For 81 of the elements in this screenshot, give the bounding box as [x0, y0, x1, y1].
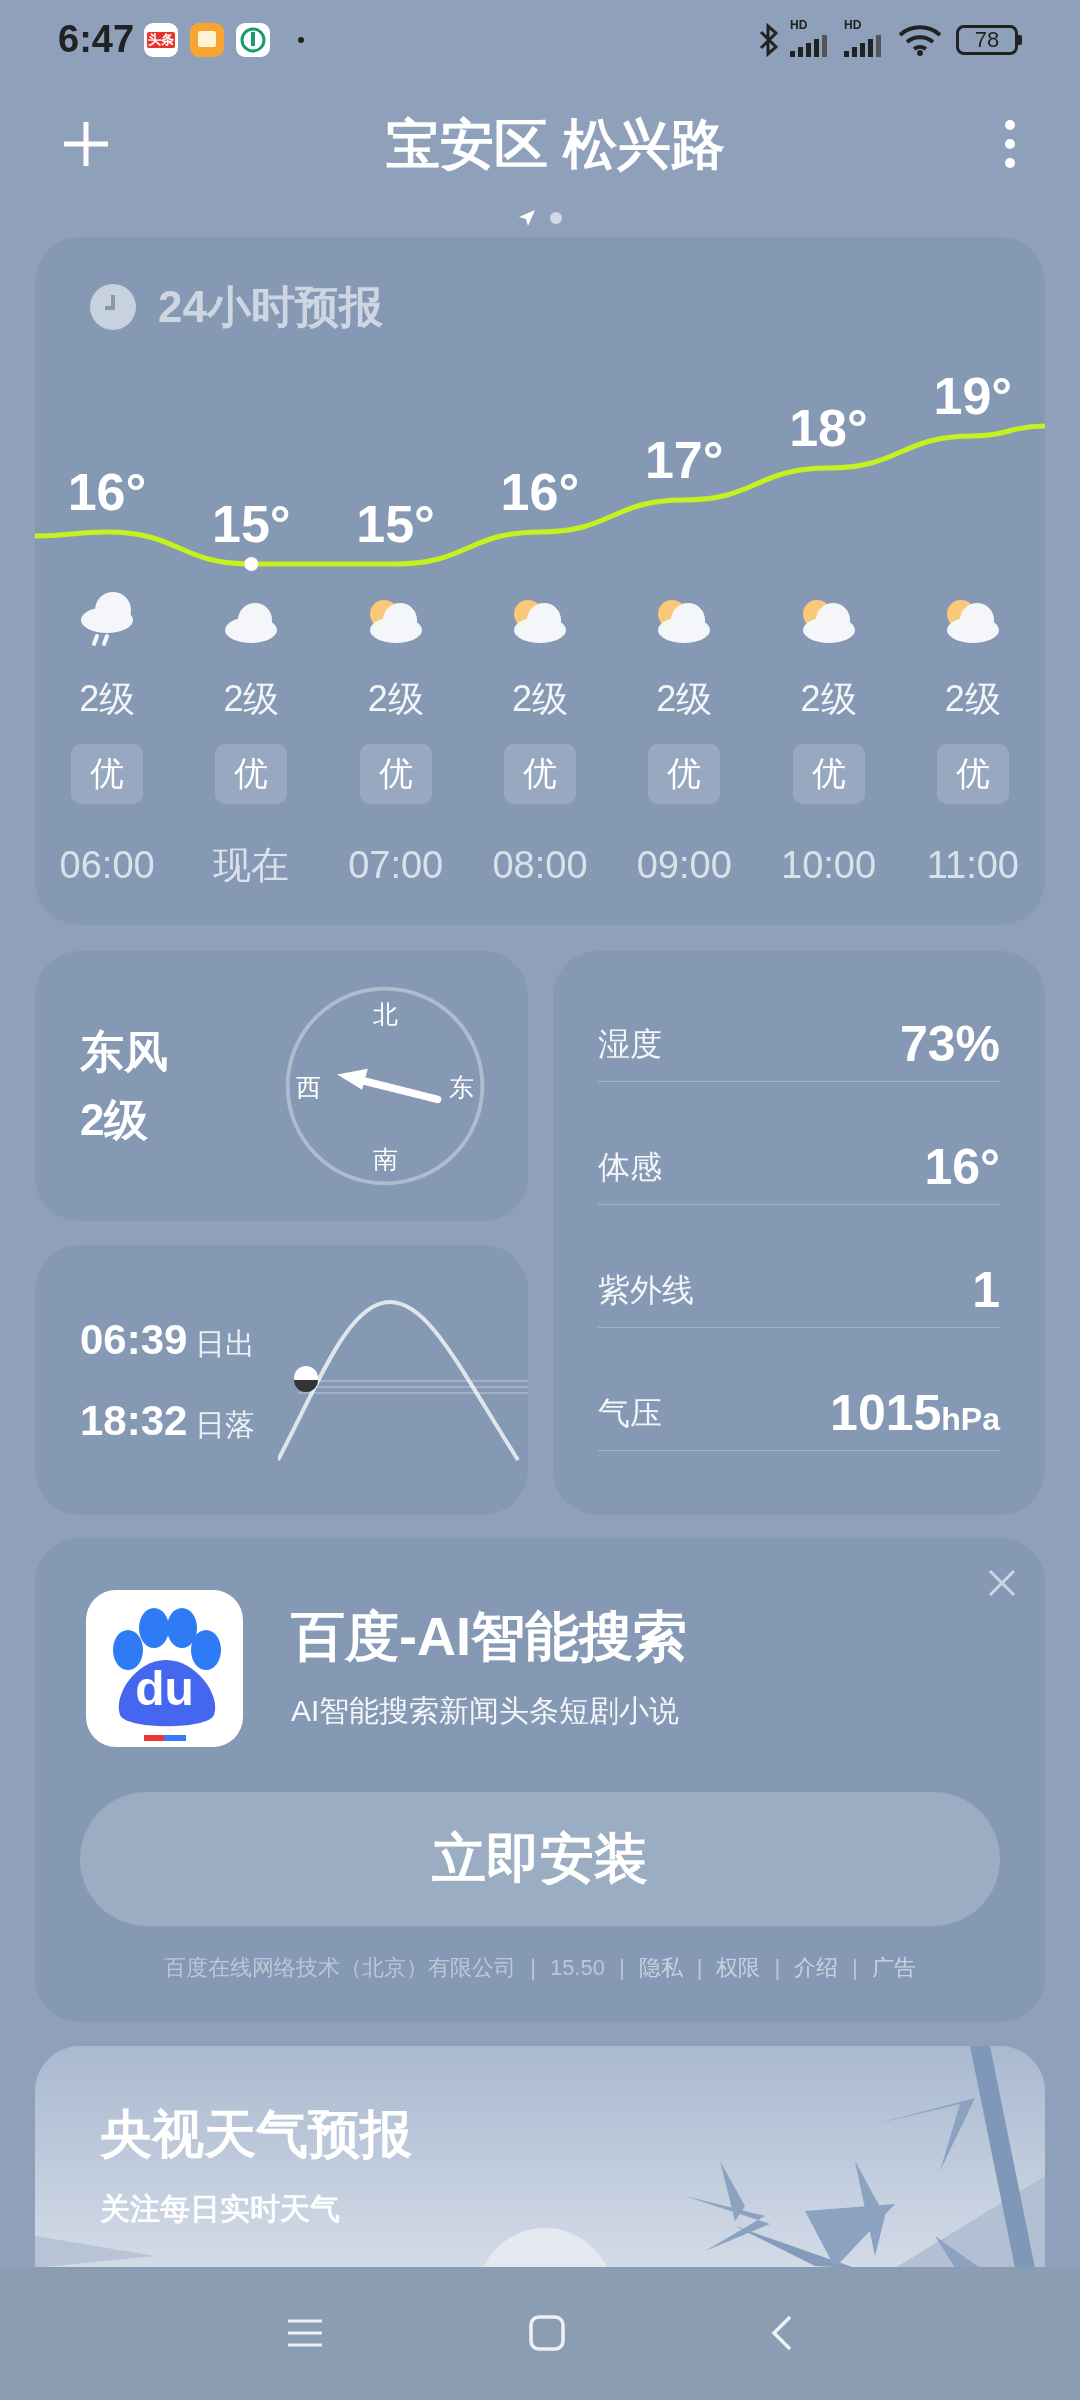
temperature-label: 16° [67, 462, 147, 521]
air-quality-badge: 优 [215, 743, 288, 804]
wind-level: 2级 [511, 676, 568, 721]
sunset-label: 日落 [195, 1406, 256, 1443]
location-title: 宝安区 松兴路 [386, 113, 726, 177]
news-app-label: 头条 [147, 31, 176, 48]
hour-label: 09:00 [636, 842, 732, 888]
wind-arrow-icon [337, 1068, 442, 1103]
app-name: 百度-AI智能搜索 [291, 1604, 687, 1668]
hour-label: 11:00 [926, 842, 1019, 888]
air-quality-badge: 优 [504, 743, 576, 804]
dot-icon [298, 36, 305, 43]
notes-app-icon [190, 22, 225, 57]
compass-north: 北 [372, 1000, 398, 1028]
sunrise-label: 日出 [195, 1325, 256, 1362]
footer-link[interactable]: 介绍 [794, 1951, 839, 1985]
detail-value: 1 [972, 1260, 1000, 1320]
detail-label: 体感 [598, 1148, 662, 1188]
bank-app-icon [236, 22, 271, 57]
temperature-label: 15° [212, 494, 291, 553]
temperature-label: 18° [789, 398, 868, 457]
wind-level: 2级 [944, 676, 1001, 721]
close-button[interactable] [987, 1567, 1017, 1598]
footer-link[interactable]: 广告 [871, 1951, 916, 1985]
app-tagline: AI智能搜索新闻头条短剧小说 [291, 1692, 681, 1729]
back-button[interactable] [770, 2314, 794, 2353]
detail-label: 气压 [598, 1394, 662, 1434]
temperature-label: 15° [356, 494, 435, 553]
compass-south: 南 [372, 1145, 398, 1173]
bluetooth-icon [758, 22, 780, 57]
hour-label: 07:00 [348, 842, 444, 888]
wind-level: 2级 [223, 676, 280, 721]
detail-value: 16° [924, 1137, 1000, 1197]
separator: | [530, 1954, 536, 1983]
wind-level: 2级 [80, 1093, 150, 1146]
wind-level: 2级 [656, 676, 713, 721]
paw-icon [113, 1607, 221, 1727]
battery-level: 78 [974, 28, 1000, 51]
detail-label: 湿度 [598, 1025, 662, 1065]
clock-icon [90, 283, 136, 330]
separator: | [774, 1954, 781, 1983]
home-button[interactable] [529, 2315, 565, 2352]
wind-level: 2级 [367, 676, 424, 721]
separator: | [618, 1954, 625, 1983]
install-button[interactable]: 立即安装 [80, 1791, 1000, 1926]
menu-button[interactable] [286, 2318, 324, 2349]
sunrise-time: 06:39 [80, 1314, 188, 1365]
hour-label: 08:00 [492, 842, 588, 888]
network-type-label: HD [790, 18, 808, 31]
air-quality-badge: 优 [359, 743, 432, 804]
forecast-title: 24小时预报 [158, 280, 383, 333]
separator: | [696, 1954, 703, 1983]
wifi-icon [898, 23, 942, 56]
hour-label: 06:00 [59, 842, 155, 888]
separator: | [852, 1954, 858, 1983]
app-icon-label: du [135, 1664, 194, 1713]
compass-east: 东 [448, 1073, 474, 1101]
sunset-time: 18:32 [80, 1395, 188, 1446]
network-type-label: HD [844, 18, 862, 31]
status-time: 6:47 [58, 17, 135, 63]
promo-title: 央视天气预报 [100, 2104, 413, 2165]
sun-icon [294, 1365, 318, 1392]
footer-link[interactable]: 隐私 [638, 1951, 683, 1985]
air-quality-badge: 优 [71, 743, 144, 804]
temperature-label: 16° [500, 462, 580, 521]
air-quality-badge: 优 [792, 743, 865, 804]
wind-level: 2级 [79, 676, 136, 721]
detail-label: 紫外线 [598, 1271, 694, 1311]
footer-link[interactable]: 权限 [716, 1951, 761, 1985]
compass-west: 西 [296, 1073, 322, 1101]
wind-level: 2级 [800, 676, 857, 721]
temperature-label: 19° [933, 366, 1013, 425]
detail-value: 1015hPa [830, 1383, 1000, 1443]
wind-direction: 东风 [80, 1025, 168, 1078]
color-bar-icon [144, 1734, 186, 1741]
detail-value: 73% [899, 1014, 1000, 1074]
hour-label: 现在 [213, 842, 290, 888]
air-quality-badge: 优 [648, 743, 721, 804]
air-quality-badge: 优 [936, 743, 1009, 804]
temperature-label: 17° [644, 430, 724, 489]
hour-label: 10:00 [781, 842, 877, 888]
